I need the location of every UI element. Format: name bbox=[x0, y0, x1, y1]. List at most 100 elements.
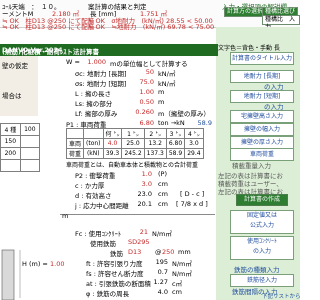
bar-label: 鉄筋 bbox=[110, 250, 123, 258]
create-calc-sheet-button[interactable]: 計算書の作成 bbox=[236, 194, 288, 206]
j-unit: cm bbox=[158, 200, 168, 208]
P1-extra: 58.9 bbox=[197, 119, 212, 127]
version-label: DANVO Ver.2024 bbox=[2, 46, 63, 54]
side-cell bbox=[0, 159, 21, 172]
os-label: σs: 地耐力 [短期] bbox=[75, 80, 127, 88]
Fc-unit: N/m㎡ bbox=[152, 230, 172, 238]
d-formula: [ D - c ] bbox=[180, 190, 205, 198]
vehicle-cell: 29.4 bbox=[184, 148, 204, 159]
vehicle-cell: 車両 bbox=[65, 138, 85, 149]
H-value[interactable]: 1.00 bbox=[50, 260, 64, 268]
legend-label: 文字色＝背色・手動 長 bbox=[218, 45, 280, 52]
legend-ground[interactable]: 地耐力 [長期] bbox=[230, 70, 294, 83]
legend-lower-8: 下記リストから bbox=[262, 294, 301, 300]
vehicle-cell: 荷重 bbox=[65, 148, 85, 159]
legend-concrete-box[interactable]: 使用ｺﾝｸﾘｰﾄ の入力 bbox=[230, 236, 294, 260]
vehicle-cell[interactable]: 4.0 bbox=[102, 138, 123, 149]
Ls-value[interactable]: 0.50 bbox=[132, 98, 154, 106]
at-value: 1.27 bbox=[153, 278, 168, 286]
vehicle-cell: 137.3 bbox=[143, 148, 167, 159]
legend-lower-2: 公式入力 bbox=[249, 222, 274, 229]
left-note-line2: 場合は bbox=[2, 92, 22, 100]
vehicle-head-cell: 2 ㌧ bbox=[143, 128, 167, 139]
j-label: j : 応力中心間距離 bbox=[75, 202, 129, 210]
unit-m-label: m bbox=[62, 212, 69, 220]
bar-value[interactable]: D13 bbox=[128, 248, 141, 256]
P2-label: P2 : 衝撃荷重 bbox=[75, 172, 116, 180]
Lf-label: Lf: 擁部の厚み bbox=[75, 110, 118, 118]
pitch-value[interactable]: 250 bbox=[162, 248, 174, 256]
P2-value[interactable]: 1.0 bbox=[130, 170, 152, 178]
ft-label: ft : 許容引張り力度 bbox=[86, 260, 143, 268]
side-cell: 200 bbox=[0, 147, 21, 160]
Fc-value[interactable]: 21 bbox=[132, 228, 148, 236]
legend-car-desc: 積載重量入力 bbox=[232, 162, 271, 170]
pitch-unit: mm bbox=[178, 248, 191, 256]
legend-lower-5: 鉄筋の種類入力 bbox=[234, 266, 280, 274]
j-value: 20.1 bbox=[137, 200, 152, 208]
vehicle-cell: (kN) bbox=[83, 148, 104, 159]
P2-unit: (P) bbox=[158, 170, 167, 178]
side-cell bbox=[19, 147, 41, 160]
legend-wall-height[interactable]: 宅擁壁高さ入力 bbox=[230, 110, 294, 123]
d-unit: cm bbox=[158, 190, 168, 198]
os-unit: kN/㎡ bbox=[158, 80, 176, 88]
left-note-line1: 壁の仮定 bbox=[2, 62, 28, 70]
oc-label: σc: 地耐力 [長期] bbox=[75, 70, 127, 78]
pitch-label: @ bbox=[155, 248, 162, 256]
legend-lower-1: 固定値又は bbox=[246, 212, 277, 219]
vehicle-head-cell bbox=[83, 128, 104, 139]
vehicle-head-cell bbox=[65, 128, 85, 139]
vehicle-cell: 25.0 bbox=[121, 138, 145, 149]
vehicle-cell: 58.9 bbox=[165, 148, 186, 159]
Lf-value[interactable]: 0.260 bbox=[132, 108, 154, 116]
j-formula: [ 7/8 x d ] bbox=[176, 200, 208, 208]
os-value[interactable]: 75.0 bbox=[132, 78, 154, 86]
wall-section bbox=[1, 249, 15, 300]
legend-lower-3: 使用ｺﾝｸﾘｰﾄ bbox=[246, 238, 277, 245]
vehicle-cell: 39.3 bbox=[102, 148, 123, 159]
phi-value: 4.0 bbox=[157, 288, 168, 296]
at-unit: c㎡ bbox=[172, 280, 183, 288]
P1-unit: ton →kN bbox=[158, 119, 185, 127]
wall-section-drawing bbox=[1, 249, 21, 300]
d-value: 23.0 bbox=[137, 190, 152, 198]
legend-site[interactable]: 地耐力 [短期] bbox=[230, 90, 294, 103]
c-label: c : か力厚 bbox=[75, 182, 105, 190]
Fc-label: Fc : 使用ｺﾝｸﾘｰﾄ bbox=[75, 230, 122, 238]
side-cell: 150 bbox=[0, 135, 21, 148]
section-divider bbox=[60, 214, 215, 215]
vehicle-cell: 3.0 bbox=[184, 138, 204, 149]
side-cell: 100 bbox=[19, 123, 41, 136]
c-value[interactable]: 3.0 bbox=[130, 180, 152, 188]
phi-label: φ : 鉄筋の周長 bbox=[86, 290, 130, 298]
fs-unit: N/m㎡ bbox=[172, 270, 192, 278]
vehicle-head-cell: 何 ㌧ bbox=[102, 128, 123, 139]
oc-value[interactable]: 50 bbox=[138, 68, 154, 76]
steel-value[interactable]: SD295 bbox=[128, 238, 150, 246]
structure-input-chip[interactable]: 種構比 入力 bbox=[262, 15, 300, 31]
legend-fixed-box[interactable]: 固定値又は 公式入力 bbox=[230, 210, 294, 234]
legend-wall-width[interactable]: 擁壁の幅入力 bbox=[230, 123, 294, 136]
Ls-label: Ls: 擁の部分 bbox=[75, 100, 113, 108]
fs-label: fs : 許容せん断力度 bbox=[86, 270, 144, 278]
vehicle-cell: 6.80 bbox=[165, 138, 186, 149]
vehicle-cell: 13.2 bbox=[143, 138, 167, 149]
top-line4-mid: ≒ OK ≒地耐力 (kN/㎡) 69.78 < 75.00 bbox=[88, 23, 215, 31]
sheet-header: (無筋)化粧積・耐荷ﾚｽト法計算書 DANVO Ver.2024 bbox=[0, 44, 218, 56]
legend-calc-title[interactable]: 計算書のタイトル入力 bbox=[230, 52, 294, 65]
L-value[interactable]: 1.00 bbox=[132, 88, 154, 96]
vehicle-cell: 245.2 bbox=[121, 148, 145, 159]
ft-value: 195 bbox=[155, 258, 168, 266]
calc-method-chip[interactable]: 計算方の選択 bbox=[224, 7, 267, 17]
top-line4-left: ≒ OK 柱D13 @250 にて配筋 bbox=[2, 23, 95, 31]
steel-label: 使用鉄筋 bbox=[90, 240, 116, 248]
legend-lower-4: の入力 bbox=[252, 248, 271, 255]
P1-value[interactable]: 6.80 bbox=[132, 119, 154, 127]
vehicle-head-cell: 1 ㌧ bbox=[121, 128, 145, 139]
W-value[interactable]: 1.000 bbox=[84, 58, 106, 66]
L-unit: m bbox=[158, 88, 165, 96]
L-label: L : 擁の長さ bbox=[75, 90, 111, 98]
Ls-unit: m bbox=[158, 98, 165, 106]
side-cell bbox=[19, 159, 41, 172]
